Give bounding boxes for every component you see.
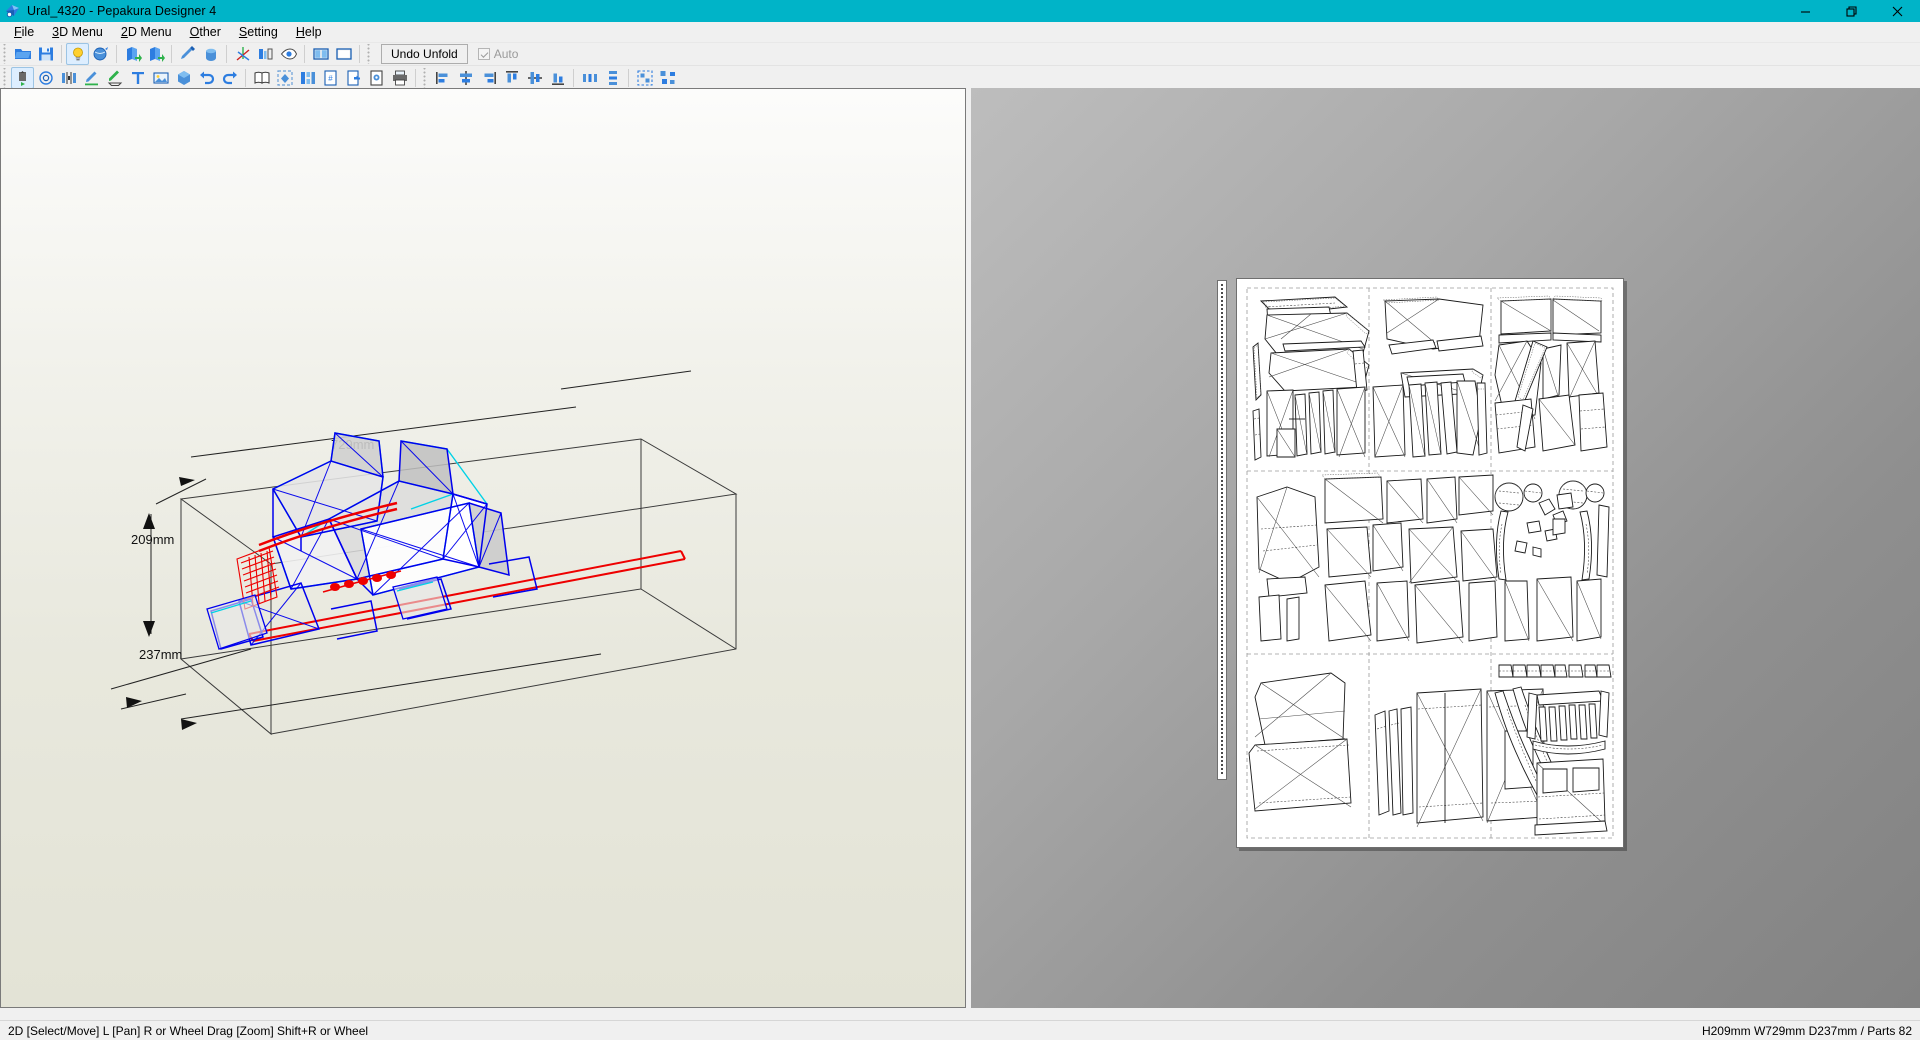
align-top-icon[interactable] bbox=[500, 67, 523, 89]
select-move-icon[interactable] bbox=[11, 66, 34, 89]
toolbar-separator bbox=[359, 45, 360, 63]
preview-eye-icon[interactable] bbox=[277, 43, 300, 65]
flap-edit-icon[interactable] bbox=[103, 67, 126, 89]
fit-page-icon[interactable] bbox=[273, 67, 296, 89]
paint-bucket-icon[interactable] bbox=[199, 43, 222, 65]
dimension-height-label: 209mm bbox=[131, 532, 174, 547]
edge-edit-icon[interactable] bbox=[80, 67, 103, 89]
flatten-brush-icon[interactable] bbox=[176, 43, 199, 65]
page-number-icon[interactable]: # bbox=[319, 67, 342, 89]
minimize-button[interactable] bbox=[1782, 0, 1828, 22]
auto-checkbox[interactable]: Auto bbox=[477, 47, 519, 61]
menu-3d[interactable]: 3D Menu bbox=[43, 23, 112, 41]
status-hint: 2D [Select/Move] L [Pan] R or Wheel Drag… bbox=[8, 1023, 369, 1038]
svg-text:#: # bbox=[328, 74, 333, 83]
align-right-icon[interactable] bbox=[477, 67, 500, 89]
menu-2d[interactable]: 2D Menu bbox=[112, 23, 181, 41]
window-controls bbox=[1782, 0, 1920, 22]
scatter-parts-icon[interactable] bbox=[656, 67, 679, 89]
align-bottom-icon[interactable] bbox=[546, 67, 569, 89]
menu-bar: File 3D Menu 2D Menu Other Setting Help bbox=[0, 22, 1920, 42]
status-model-info: H209mm W729mm D237mm / Parts 82 bbox=[1701, 1023, 1912, 1038]
toolbar-separator bbox=[573, 68, 574, 87]
menu-setting[interactable]: Setting bbox=[230, 23, 287, 41]
add-image-icon[interactable] bbox=[149, 67, 172, 89]
toolbar-grip[interactable] bbox=[2, 44, 9, 64]
undo-icon[interactable] bbox=[195, 67, 218, 89]
join-divide-icon[interactable] bbox=[57, 67, 80, 89]
align-left-icon[interactable] bbox=[431, 67, 454, 89]
page-ruler bbox=[1217, 280, 1227, 780]
close-button[interactable] bbox=[1874, 0, 1920, 22]
auto-checkbox-label: Auto bbox=[493, 47, 519, 61]
restore-button[interactable] bbox=[1828, 0, 1874, 22]
toolbar-separator bbox=[171, 45, 172, 63]
single-view-icon[interactable] bbox=[332, 43, 355, 65]
toolbar-bottom: # bbox=[0, 66, 1920, 90]
texture-paint-icon[interactable] bbox=[89, 43, 112, 65]
distribute-v-icon[interactable] bbox=[601, 67, 624, 89]
align-center-icon[interactable] bbox=[454, 67, 477, 89]
model-3d-canvas[interactable]: 729mm 209mm 237mm bbox=[1, 89, 966, 1008]
layout-parts-icon[interactable] bbox=[296, 67, 319, 89]
toolbar-separator bbox=[628, 68, 629, 87]
undo-unfold-button[interactable]: Undo Unfold bbox=[381, 44, 468, 64]
unfold-right-icon[interactable] bbox=[144, 43, 167, 65]
toolbar-top: Undo Unfold Auto bbox=[0, 42, 1920, 66]
group-parts-icon[interactable] bbox=[633, 67, 656, 89]
unfold-left-icon[interactable] bbox=[121, 43, 144, 65]
workspace: 729mm 209mm 237mm bbox=[0, 88, 1920, 1028]
toggle-light-icon[interactable] bbox=[66, 43, 89, 65]
toolbar-separator bbox=[61, 45, 62, 63]
save-file-icon[interactable] bbox=[34, 43, 57, 65]
toolbar-separator bbox=[304, 45, 305, 63]
window-title: Ural_4320 - Pepakura Designer 4 bbox=[27, 4, 217, 18]
dimension-depth-label: 237mm bbox=[139, 647, 182, 662]
title-bar: Ural_4320 - Pepakura Designer 4 bbox=[0, 0, 1920, 22]
pattern-canvas[interactable]: .cut { fill:none; stroke:#1a1a1a; stroke… bbox=[1237, 279, 1623, 847]
unfold-book-icon[interactable] bbox=[250, 67, 273, 89]
tab-strip bbox=[1498, 664, 1612, 678]
truck-model[interactable] bbox=[206, 432, 686, 650]
compare-view-icon[interactable] bbox=[254, 43, 277, 65]
split-view-icon[interactable] bbox=[309, 43, 332, 65]
viewport-3d[interactable]: 729mm 209mm 237mm bbox=[0, 88, 966, 1008]
toolbar2-grip[interactable] bbox=[2, 67, 9, 88]
add-page-icon[interactable] bbox=[342, 67, 365, 89]
viewport-2d[interactable]: .cut { fill:none; stroke:#1a1a1a; stroke… bbox=[971, 88, 1920, 1008]
parts-group-row3 bbox=[1248, 664, 1612, 836]
axis-icon[interactable] bbox=[231, 43, 254, 65]
menu-help[interactable]: Help bbox=[287, 23, 331, 41]
toolbar-separator bbox=[245, 68, 246, 87]
show-3d-icon[interactable] bbox=[172, 67, 195, 89]
redo-icon[interactable] bbox=[218, 67, 241, 89]
toolbar-separator bbox=[226, 45, 227, 63]
menu-file-label: ile bbox=[21, 24, 35, 39]
parts-group-row2 bbox=[1256, 472, 1610, 644]
page-settings-icon[interactable] bbox=[365, 67, 388, 89]
open-file-icon[interactable] bbox=[11, 43, 34, 65]
distribute-h-icon[interactable] bbox=[578, 67, 601, 89]
toolbar-separator bbox=[116, 45, 117, 63]
pattern-sheet[interactable]: .cut { fill:none; stroke:#1a1a1a; stroke… bbox=[1236, 278, 1624, 848]
toolbar2-grip-2[interactable] bbox=[422, 67, 429, 88]
toolbar-grip-2[interactable] bbox=[366, 44, 373, 64]
align-middle-icon[interactable] bbox=[523, 67, 546, 89]
print-icon[interactable] bbox=[388, 67, 411, 89]
rotate-part-icon[interactable] bbox=[34, 67, 57, 89]
menu-file[interactable]: File bbox=[5, 23, 43, 41]
dimension-arrows bbox=[126, 477, 197, 730]
status-bar: 2D [Select/Move] L [Pan] R or Wheel Drag… bbox=[0, 1020, 1920, 1040]
app-icon bbox=[5, 3, 21, 19]
auto-checkbox-box[interactable] bbox=[477, 48, 490, 60]
add-text-icon[interactable] bbox=[126, 67, 149, 89]
toolbar-separator bbox=[415, 68, 416, 87]
menu-other[interactable]: Other bbox=[181, 23, 230, 41]
